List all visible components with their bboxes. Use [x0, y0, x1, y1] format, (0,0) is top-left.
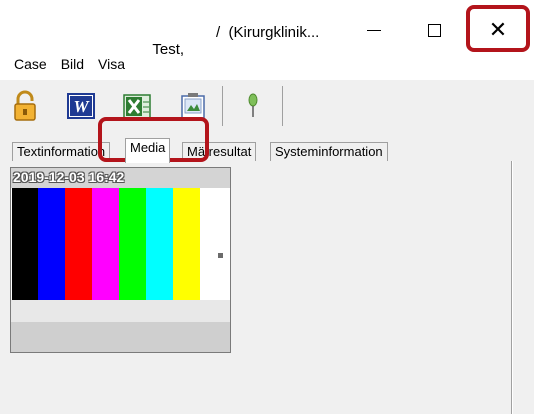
- pin-icon: [248, 93, 258, 117]
- lock-icon: [14, 90, 36, 121]
- resize-grip-icon: [218, 253, 223, 258]
- menu-visa[interactable]: Visa: [98, 56, 125, 78]
- tab-media[interactable]: Media: [125, 138, 171, 163]
- toolbar: W: [0, 80, 534, 130]
- pin-button[interactable]: [238, 90, 268, 122]
- menu-bar: Case Bild Visa: [0, 56, 139, 78]
- word-icon: W: [67, 93, 95, 119]
- maximize-icon: [427, 23, 441, 37]
- thumbnail-footer: [11, 322, 230, 352]
- minimize-button[interactable]: [348, 8, 400, 52]
- window-title-part1: Test,: [152, 41, 185, 58]
- media-thumbnail[interactable]: 2019-12-03 16:42: [10, 167, 231, 353]
- color-bar: [38, 188, 65, 300]
- thumbnail-caption-area: [11, 300, 230, 322]
- menu-case[interactable]: Case: [14, 56, 47, 78]
- tab-systeminformation[interactable]: Systeminformation: [270, 142, 388, 162]
- menu-bild[interactable]: Bild: [61, 56, 84, 78]
- close-highlight-box: [466, 5, 530, 52]
- window-title-part2: / (Kirurgklinik...: [216, 24, 320, 41]
- color-bar: [173, 188, 200, 300]
- title-bar: Test, / (Kirurgklinik... ✕: [0, 0, 534, 58]
- svg-text:W: W: [73, 97, 90, 116]
- tab-textinformation[interactable]: Textinformation: [12, 142, 111, 162]
- tab-strip: Textinformation Media Mätresultat System…: [0, 130, 534, 163]
- color-bar: [65, 188, 92, 300]
- panel-border: [511, 161, 513, 414]
- minimize-icon: [367, 29, 381, 31]
- toolbar-separator: [222, 86, 223, 126]
- color-bar: [146, 188, 173, 300]
- color-bar: [200, 188, 230, 300]
- color-bar: [92, 188, 119, 300]
- word-button[interactable]: W: [66, 90, 96, 122]
- color-bar: [119, 188, 146, 300]
- maximize-button[interactable]: [408, 8, 460, 52]
- color-bar: [12, 188, 38, 300]
- toolbar-separator-2: [282, 86, 283, 126]
- thumbnail-timestamp: 2019-12-03 16:42: [13, 169, 125, 185]
- lock-button[interactable]: [10, 90, 40, 122]
- color-bars-image: [12, 188, 230, 300]
